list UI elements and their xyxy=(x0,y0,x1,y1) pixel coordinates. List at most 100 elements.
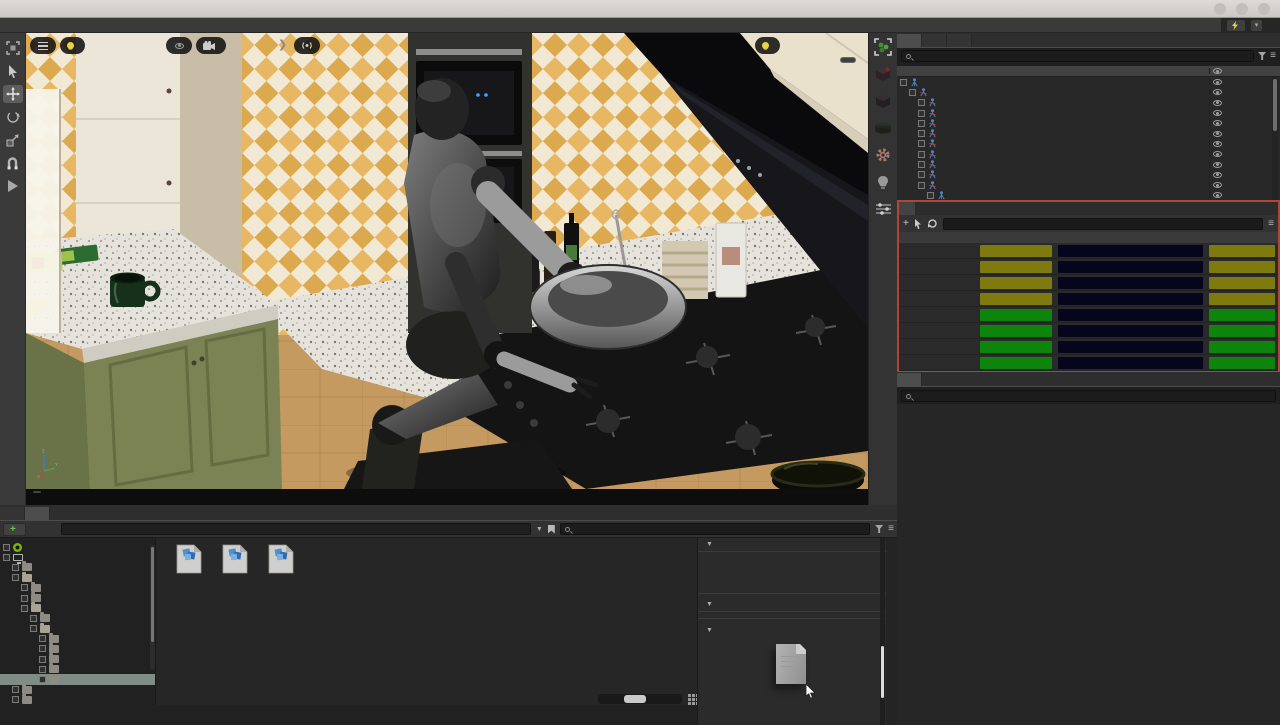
upper-limit-value[interactable] xyxy=(1209,341,1275,353)
render-settings-sliders-icon[interactable] xyxy=(872,199,894,219)
physics-prim-path-field[interactable] xyxy=(943,218,1263,230)
path-dropdown-caret[interactable]: ▼ xyxy=(536,526,543,533)
eye-icon[interactable] xyxy=(1213,131,1222,137)
icon-size-slider[interactable] xyxy=(598,694,682,704)
lower-limit-value[interactable] xyxy=(980,325,1052,337)
content-filter-icon[interactable] xyxy=(875,525,883,533)
eye-icon[interactable] xyxy=(1213,120,1222,126)
close-button[interactable] xyxy=(1258,3,1270,15)
physics-signal-button[interactable] xyxy=(294,37,320,54)
tree-item[interactable] xyxy=(0,573,155,583)
refresh-icon[interactable] xyxy=(927,218,938,229)
viewport-options-button[interactable] xyxy=(30,37,56,54)
stage-row[interactable] xyxy=(897,180,1280,190)
scale-tool-icon[interactable] xyxy=(3,131,23,149)
eye-icon[interactable] xyxy=(1213,141,1222,147)
stage-row[interactable] xyxy=(897,149,1280,159)
tree-item[interactable] xyxy=(0,593,155,603)
set-lower-limit-button[interactable] xyxy=(980,261,1052,273)
upper-limit-value[interactable] xyxy=(1209,357,1275,369)
joint-position-slider[interactable] xyxy=(1058,357,1203,369)
slider-handle[interactable] xyxy=(624,695,646,703)
minimize-button[interactable] xyxy=(1214,3,1226,15)
property-search-input[interactable] xyxy=(901,390,1276,402)
eye-icon[interactable] xyxy=(1213,89,1222,95)
pick-prim-icon[interactable] xyxy=(914,219,922,229)
physics-inspector-tab[interactable] xyxy=(899,202,915,215)
set-upper-limit-button[interactable] xyxy=(1209,261,1275,273)
renderer-selector[interactable] xyxy=(60,37,85,54)
joint-position-slider[interactable] xyxy=(1058,245,1203,257)
checkpoint-document-thumbnail[interactable] xyxy=(776,644,806,684)
tree-item[interactable] xyxy=(0,664,155,674)
joint-position-slider[interactable] xyxy=(1058,309,1203,321)
lower-limit-value[interactable] xyxy=(980,341,1052,353)
bookmark-icon[interactable] xyxy=(548,525,555,534)
physics-gear-icon[interactable] xyxy=(872,145,894,165)
usd-section-header[interactable]: ▼ xyxy=(698,538,886,552)
eye-icon[interactable] xyxy=(1213,110,1222,116)
selection-set-icon[interactable] xyxy=(872,37,894,57)
live-sync-button[interactable] xyxy=(1227,20,1245,31)
lower-limit-value[interactable] xyxy=(980,309,1052,321)
tab-content[interactable] xyxy=(25,507,50,520)
viewport-3d[interactable]: ❯ Z Y X xyxy=(26,33,868,505)
content-options-icon[interactable]: ≡ xyxy=(888,525,894,533)
set-lower-limit-button[interactable] xyxy=(980,293,1052,305)
content-tree-scrollbar[interactable] xyxy=(150,545,155,670)
eye-icon[interactable] xyxy=(1213,151,1222,157)
tree-item[interactable] xyxy=(0,624,155,634)
content-path-field[interactable] xyxy=(61,523,531,535)
stage-row[interactable] xyxy=(897,159,1280,169)
tree-item[interactable] xyxy=(0,583,155,593)
file-usd[interactable] xyxy=(258,544,304,575)
add-button[interactable]: + xyxy=(903,219,909,229)
file-usd[interactable] xyxy=(212,544,258,575)
tree-item[interactable] xyxy=(0,542,155,552)
tab-stage[interactable] xyxy=(897,34,922,47)
tab-layer[interactable] xyxy=(922,34,947,47)
camera-selector[interactable] xyxy=(196,37,226,54)
eye-icon[interactable] xyxy=(1213,162,1222,168)
set-lower-limit-button[interactable] xyxy=(980,277,1052,289)
set-upper-limit-button[interactable] xyxy=(1209,245,1275,257)
cube-error-icon[interactable] xyxy=(872,64,894,84)
stage-row[interactable] xyxy=(897,118,1280,128)
file-information-section-header[interactable]: ▼ xyxy=(698,598,886,612)
content-search-input[interactable] xyxy=(560,523,870,535)
play-button-icon[interactable] xyxy=(3,177,23,195)
eye-icon[interactable] xyxy=(1213,192,1222,198)
tree-item[interactable] xyxy=(0,644,155,654)
set-upper-limit-button[interactable] xyxy=(1209,277,1275,289)
select-tool-icon[interactable] xyxy=(3,62,23,80)
stage-filter-icon[interactable] xyxy=(1258,52,1266,60)
file-usd[interactable] xyxy=(166,544,212,575)
tree-item[interactable] xyxy=(0,654,155,664)
move-tool-icon[interactable] xyxy=(3,85,23,103)
stage-scrollbar[interactable] xyxy=(1272,77,1278,201)
rotate-tool-icon[interactable] xyxy=(3,108,23,126)
joint-position-slider[interactable] xyxy=(1058,341,1203,353)
joint-position-slider[interactable] xyxy=(1058,277,1203,289)
lower-limit-value[interactable] xyxy=(980,357,1052,369)
upper-limit-value[interactable] xyxy=(1209,325,1275,337)
tree-item[interactable] xyxy=(0,695,155,705)
tree-item[interactable] xyxy=(0,603,155,613)
visibility-menu-button[interactable] xyxy=(166,37,192,54)
eye-icon[interactable] xyxy=(1213,100,1222,106)
tab-render-settings[interactable] xyxy=(947,34,972,47)
physics-options-icon[interactable]: ≡ xyxy=(1268,220,1274,228)
toolbar-overflow-chevron[interactable]: ❯ xyxy=(278,38,287,51)
live-dropdown-caret[interactable]: ▾ xyxy=(1251,20,1262,31)
stage-row[interactable] xyxy=(897,87,1280,97)
set-lower-limit-button[interactable] xyxy=(980,245,1052,257)
light-icon[interactable] xyxy=(872,172,894,192)
cylinder-icon[interactable] xyxy=(872,118,894,138)
set-upper-limit-button[interactable] xyxy=(1209,293,1275,305)
stage-row[interactable] xyxy=(897,128,1280,138)
joint-position-slider[interactable] xyxy=(1058,325,1203,337)
stage-lights-button[interactable] xyxy=(755,37,780,54)
joint-position-slider[interactable] xyxy=(1058,261,1203,273)
stage-search-input[interactable] xyxy=(901,50,1254,62)
stage-row-world[interactable] xyxy=(897,77,1280,87)
